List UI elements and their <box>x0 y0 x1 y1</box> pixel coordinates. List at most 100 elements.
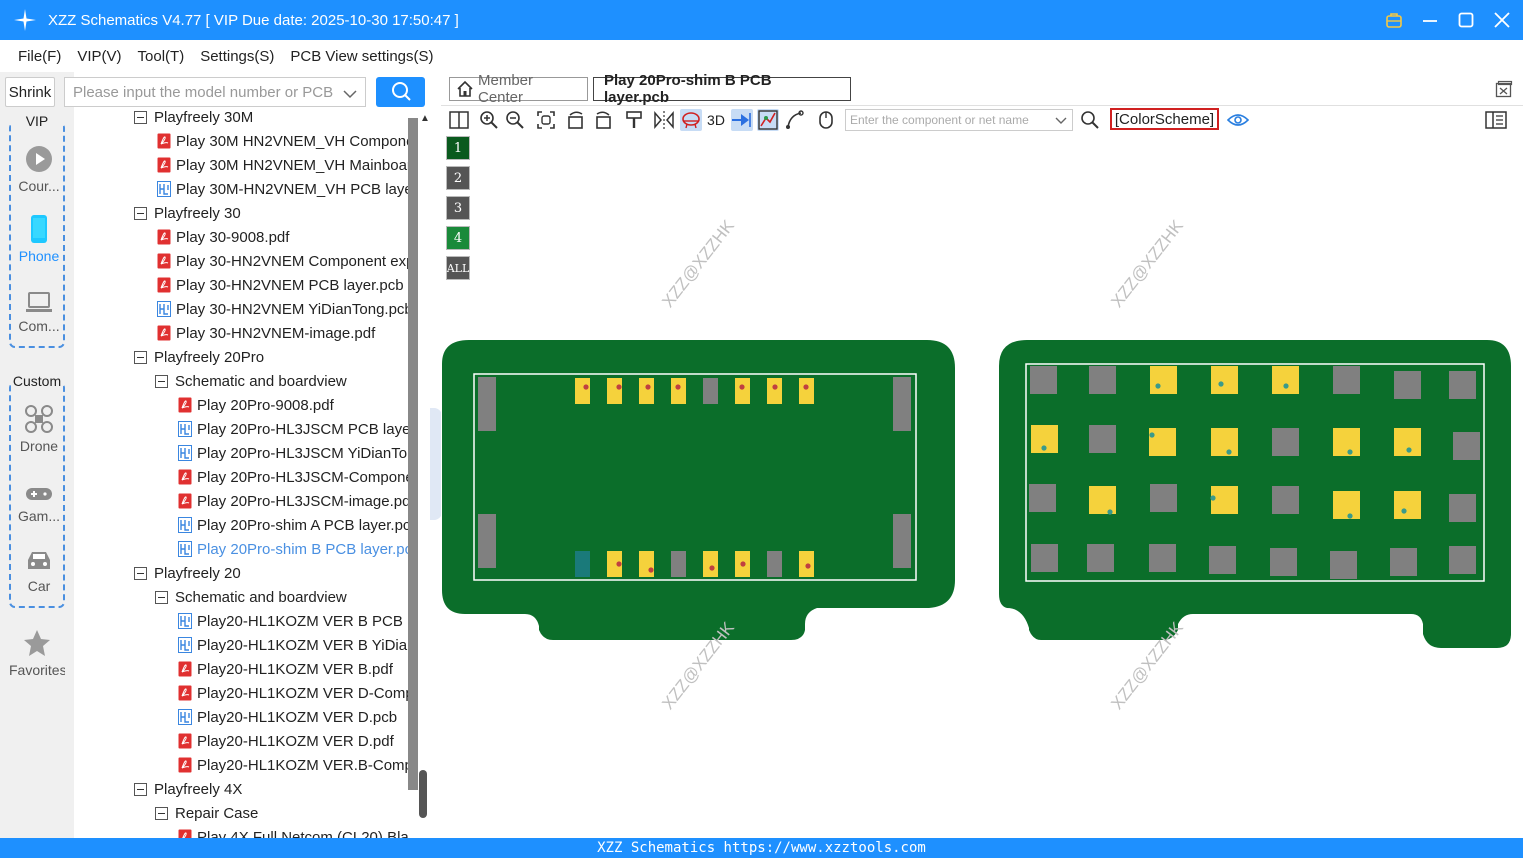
nav-item-drone[interactable]: Drone <box>11 404 67 454</box>
tree-folder[interactable]: Playfreely 4X <box>134 777 242 801</box>
close-icon[interactable] <box>1491 9 1513 31</box>
rotate-left-icon[interactable] <box>565 109 587 131</box>
eye-icon[interactable] <box>1227 109 1249 131</box>
layer-2-button[interactable]: 2 <box>446 166 470 190</box>
tree-file[interactable]: Play 30M HN2VNEM_VH Component <box>157 129 408 153</box>
pad-gold[interactable] <box>735 378 750 404</box>
pad-gold[interactable] <box>639 551 654 577</box>
collapse-toggle-icon[interactable] <box>134 566 147 580</box>
menu-vip[interactable]: VIP(V) <box>77 48 121 65</box>
flip-board-icon[interactable] <box>680 109 702 131</box>
tree-file[interactable]: Play 20Pro-shim B PCB layer.pcb <box>178 537 408 561</box>
pad-gold[interactable] <box>1089 486 1116 514</box>
tree-folder[interactable]: Repair Case <box>155 801 258 825</box>
pad-gold[interactable] <box>1211 366 1238 394</box>
file-tree[interactable]: Playfreely 30M Play 30M HN2VNEM_VH Compon… <box>74 108 408 838</box>
pad-gold[interactable] <box>1211 428 1238 456</box>
tree-file[interactable]: Play 30M-HN2VNEM_VH PCB layer <box>157 177 408 201</box>
pad-gray[interactable] <box>1449 371 1476 399</box>
tree-folder[interactable]: Schematic and boardview <box>155 585 347 609</box>
trace-curve-icon[interactable] <box>784 109 806 131</box>
pad-gray[interactable] <box>478 377 496 431</box>
tree-file[interactable]: Play 30-HN2VNEM Component exp <box>157 249 408 273</box>
nav-item-car[interactable]: Car <box>11 544 67 594</box>
pin-arrow-icon[interactable] <box>731 109 753 131</box>
bag-icon[interactable] <box>1383 9 1405 31</box>
pad-gray[interactable] <box>703 378 718 404</box>
tree-file[interactable]: Play 20Pro-HL3JSCM PCB layer. <box>178 417 408 441</box>
pad-gray[interactable] <box>1087 544 1114 572</box>
model-search-input[interactable]: Please input the model number or PCB <box>64 77 366 107</box>
tree-file[interactable]: Play 30-HN2VNEM PCB layer.pcb <box>157 273 404 297</box>
shrink-button[interactable]: Shrink <box>5 77 55 107</box>
scroll-thumb[interactable] <box>419 770 427 818</box>
tree-file[interactable]: Play20-HL1KOZM VER.B-Component <box>178 753 408 777</box>
rotate-right-icon[interactable] <box>592 109 614 131</box>
nav-item-game[interactable]: Gam... <box>11 474 67 524</box>
pad-gray[interactable] <box>1149 544 1176 572</box>
pad-gray[interactable] <box>1394 371 1421 399</box>
pad-gray[interactable] <box>1272 428 1299 456</box>
tree-file[interactable]: Play20-HL1KOZM VER B YiDianTong <box>178 633 408 657</box>
tree-file[interactable]: Play 20Pro-HL3JSCM YiDianTong <box>178 441 408 465</box>
nav-item-phone[interactable]: Phone <box>11 214 67 264</box>
scroll-track[interactable] <box>408 118 418 790</box>
pad-gray[interactable] <box>1089 366 1116 394</box>
tree-file[interactable]: Play 30-9008.pdf <box>157 225 289 249</box>
side-panel-icon[interactable] <box>1485 109 1507 131</box>
layer-3-button[interactable]: 3 <box>446 196 470 220</box>
tree-folder[interactable]: Playfreely 30 <box>134 201 241 225</box>
pad-gold[interactable] <box>1211 486 1238 514</box>
tree-file[interactable]: Play20-HL1KOZM VER B PCB layer <box>178 609 408 633</box>
pad-gray[interactable] <box>1029 484 1056 512</box>
tree-file[interactable]: Play 30M HN2VNEM_VH Mainboard <box>157 153 408 177</box>
net-highlight-icon[interactable] <box>757 109 779 131</box>
tree-folder[interactable]: Playfreely 20 <box>134 561 241 585</box>
fit-screen-icon[interactable] <box>535 109 557 131</box>
pad-gold[interactable] <box>1333 428 1360 456</box>
3d-view-button[interactable]: 3D <box>705 109 727 131</box>
pad-gray[interactable] <box>1453 432 1480 460</box>
close-all-tabs-icon[interactable] <box>1495 80 1513 101</box>
tree-file[interactable]: Play 30-HN2VNEM-image.pdf <box>157 321 375 345</box>
pad-gold[interactable] <box>1272 366 1299 394</box>
pad-gray[interactable] <box>1449 546 1476 574</box>
pad-gray[interactable] <box>478 514 496 568</box>
search-icon[interactable] <box>1079 109 1101 131</box>
menu-settings[interactable]: Settings(S) <box>200 48 274 65</box>
collapse-toggle-icon[interactable] <box>155 374 168 388</box>
pad-gray[interactable] <box>1031 544 1058 572</box>
zoom-in-icon[interactable] <box>478 109 500 131</box>
collapse-toggle-icon[interactable] <box>134 206 147 220</box>
collapse-toggle-icon[interactable] <box>155 806 168 820</box>
pad-gray[interactable] <box>893 514 911 568</box>
pcb-canvas[interactable]: XZZ@XZZHK XZZ@XZZHK XZZ@XZZHK XZZ@XZZHK <box>441 134 1523 838</box>
pad-gray[interactable] <box>1270 548 1297 576</box>
collapse-toggle-icon[interactable] <box>134 110 147 124</box>
pad-gray[interactable] <box>1089 425 1116 453</box>
pad-gold[interactable] <box>671 378 686 404</box>
nav-item-computer[interactable]: Com... <box>11 284 67 334</box>
zoom-out-icon[interactable] <box>504 109 526 131</box>
tree-file[interactable]: Play20-HL1KOZM VER D.pcb <box>178 705 397 729</box>
collapse-toggle-icon[interactable] <box>134 350 147 364</box>
pad-gold[interactable] <box>1394 491 1421 519</box>
search-button[interactable] <box>376 77 425 107</box>
pad-gray[interactable] <box>1272 486 1299 514</box>
layer-1-button[interactable]: 1 <box>446 136 470 160</box>
pad-gray[interactable] <box>1150 484 1177 512</box>
pad-gray[interactable] <box>1209 546 1236 574</box>
tree-file[interactable]: Play 4X Full Netcom (CL20) Blac <box>178 825 408 838</box>
nav-item-favorites[interactable]: Favorites <box>9 628 65 678</box>
scroll-up-icon[interactable]: ▲ <box>420 113 430 124</box>
minimize-icon[interactable] <box>1419 9 1441 31</box>
collapse-toggle-icon[interactable] <box>155 590 168 604</box>
pad-gray[interactable] <box>1449 494 1476 522</box>
pad-gray[interactable] <box>1030 366 1057 394</box>
tree-file[interactable]: Play 20Pro-9008.pdf <box>178 393 334 417</box>
tab-member-center[interactable]: Member Center <box>449 72 588 106</box>
menu-file[interactable]: File(F) <box>18 48 61 65</box>
pad-gold[interactable] <box>1149 428 1176 456</box>
layer-4-button[interactable]: 4 <box>446 226 470 250</box>
tree-file[interactable]: Play 30-HN2VNEM YiDianTong.pcb <box>157 297 408 321</box>
